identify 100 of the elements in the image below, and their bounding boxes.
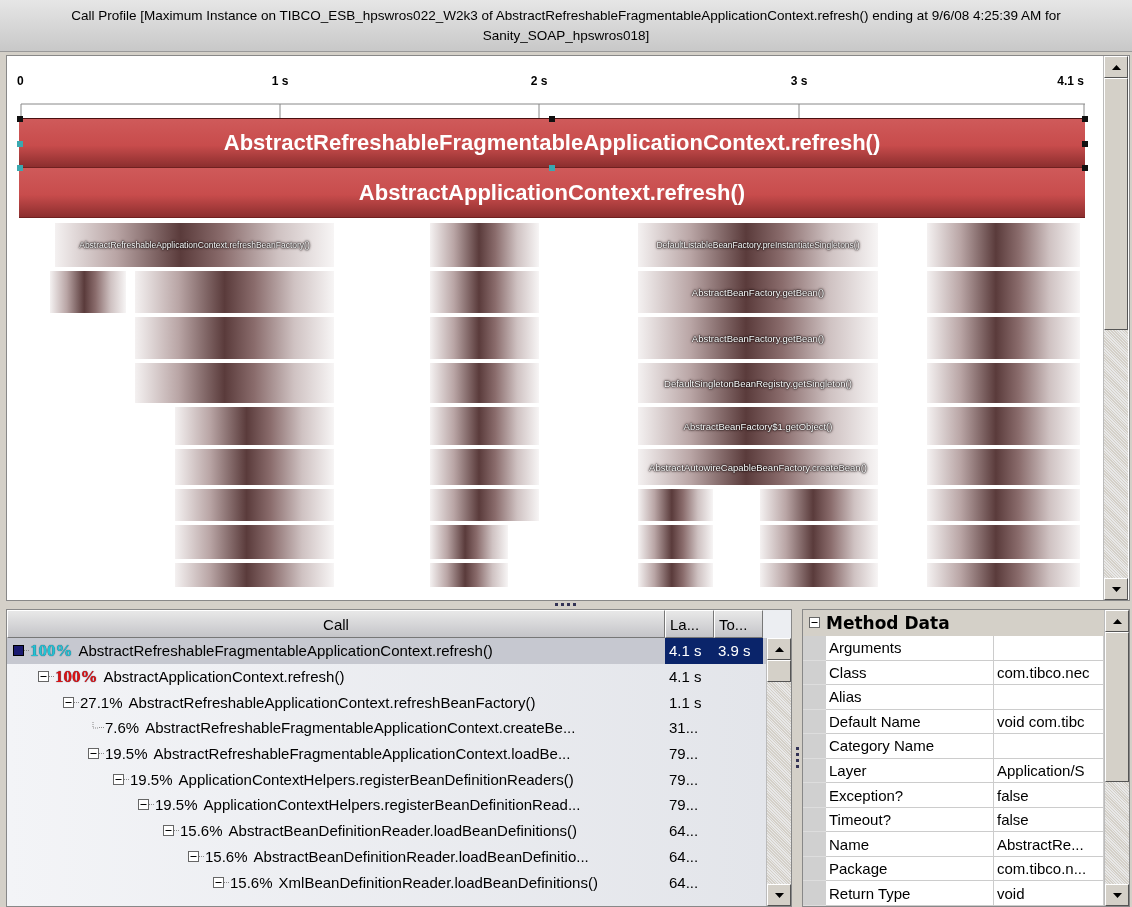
- tree-row[interactable]: 100% AbstractApplicationContext.refresh() 4.1 s: [7, 663, 766, 690]
- property-value: com.tibco.nec: [994, 660, 1104, 686]
- call-frame[interactable]: [429, 524, 509, 560]
- latency-value: 4.1 s: [669, 642, 702, 660]
- scrollbar-thumb[interactable]: [1105, 632, 1129, 782]
- call-frame[interactable]: [429, 562, 509, 588]
- collapse-icon[interactable]: [188, 850, 199, 862]
- property-name: Package: [826, 856, 994, 882]
- selection-handle[interactable]: [1082, 116, 1088, 122]
- scroll-down-button[interactable]: [1104, 578, 1128, 600]
- tree-row[interactable]: 15.6% XmlBeanDefinitionReader.loadBeanDefinitions() 64...: [7, 869, 766, 895]
- percent-label: 15.6%: [180, 822, 223, 840]
- tree-row[interactable]: 19.5% ApplicationContextHelpers.registerBeanDefinitionRead... 79...: [7, 792, 766, 818]
- method-name: AbstractRefreshableFragmentableApplicationContext.createBe...: [145, 719, 576, 737]
- call-frame[interactable]: [429, 362, 540, 404]
- tree-row[interactable]: 100% AbstractRefreshableFragmentableApplicationContext.refresh() 4.1 s 3.9 s: [7, 638, 766, 664]
- call-bar[interactable]: AbstractApplicationContext.refresh(): [19, 168, 1085, 218]
- call-frame[interactable]: [637, 562, 714, 588]
- column-header[interactable]: La...: [665, 610, 714, 638]
- call-frame[interactable]: [926, 448, 1081, 486]
- collapse-icon[interactable]: [809, 617, 820, 629]
- collapse-icon[interactable]: [213, 876, 224, 888]
- tree-row[interactable]: 27.1% AbstractRefreshableApplicationContext.refreshBeanFactory() 1.1 s: [7, 689, 766, 716]
- call-frame[interactable]: [637, 488, 714, 522]
- call-frame[interactable]: [759, 562, 879, 588]
- call-frame[interactable]: [134, 316, 335, 360]
- property-name: Alias: [826, 685, 994, 710]
- splitter-grip-icon[interactable]: [795, 747, 799, 769]
- call-frame[interactable]: [926, 316, 1081, 360]
- call-frame[interactable]: [134, 362, 335, 404]
- tree-row[interactable]: 19.5% AbstractRefreshableFragmentableApplicationContext.loadBe... 79...: [7, 740, 766, 767]
- selection-handle[interactable]: [17, 141, 23, 147]
- call-frame[interactable]: [429, 222, 540, 268]
- scrollbar-thumb[interactable]: [1104, 78, 1128, 330]
- call-frame[interactable]: AbstractBeanFactory.getBean(): [637, 316, 879, 360]
- call-frame[interactable]: [49, 270, 127, 314]
- selection-handle[interactable]: [549, 165, 555, 171]
- selection-handle[interactable]: [1082, 141, 1088, 147]
- column-header[interactable]: To...: [714, 610, 763, 638]
- scroll-up-button[interactable]: [1105, 610, 1129, 632]
- tree-row[interactable]: 19.5% ApplicationContextHelpers.registerBeanDefinitionReaders() 79...: [7, 766, 766, 793]
- call-bar[interactable]: AbstractRefreshableFragmentableApplicationContext.refresh(): [19, 118, 1085, 168]
- scroll-down-button[interactable]: [767, 884, 791, 906]
- property-name: Class: [826, 660, 994, 686]
- method-name: AbstractRefreshableApplicationContext.refreshBeanFactory(): [128, 693, 536, 711]
- call-frame[interactable]: [637, 524, 714, 560]
- call-frame[interactable]: [174, 562, 335, 588]
- call-frame[interactable]: [429, 448, 540, 486]
- call-frame[interactable]: [174, 488, 335, 522]
- collapse-icon[interactable]: [63, 696, 74, 708]
- collapse-icon[interactable]: [88, 748, 99, 760]
- call-frame[interactable]: [926, 406, 1081, 446]
- collapse-icon[interactable]: [163, 825, 174, 837]
- call-frame[interactable]: [926, 222, 1081, 268]
- collapse-icon[interactable]: [113, 773, 124, 785]
- property-name: Category Name: [826, 734, 994, 759]
- column-header[interactable]: Call: [7, 610, 665, 638]
- property-value: void com.tibc: [994, 709, 1104, 735]
- call-frame[interactable]: AbstractBeanFactory.getBean(): [637, 270, 879, 314]
- call-frame[interactable]: [759, 488, 879, 522]
- call-frame[interactable]: [174, 406, 335, 446]
- selection-handle[interactable]: [17, 116, 23, 122]
- down-arrow-icon: [774, 892, 784, 898]
- latency-value: 64...: [669, 822, 699, 840]
- square-node-icon: [13, 645, 24, 657]
- collapse-icon[interactable]: [38, 671, 49, 683]
- property-name: Timeout?: [826, 807, 994, 833]
- call-frame[interactable]: [174, 524, 335, 560]
- call-frame[interactable]: [429, 488, 540, 522]
- down-arrow-icon: [1111, 586, 1121, 592]
- collapse-icon[interactable]: [138, 799, 149, 811]
- call-frame[interactable]: [174, 448, 335, 486]
- selection-handle[interactable]: [1082, 165, 1088, 171]
- call-frame[interactable]: [926, 524, 1081, 560]
- scroll-up-button[interactable]: [1104, 56, 1128, 78]
- selection-handle[interactable]: [17, 165, 23, 171]
- call-frame[interactable]: [926, 488, 1081, 522]
- call-frame[interactable]: [134, 270, 335, 314]
- selection-handle[interactable]: [549, 116, 555, 122]
- method-name: AbstractBeanDefinitionReader.loadBeanDefinitions(): [228, 822, 578, 840]
- scroll-down-button[interactable]: [1105, 884, 1129, 906]
- scrollbar-thumb[interactable]: [767, 660, 791, 682]
- call-frame[interactable]: [429, 406, 540, 446]
- total-value: 3.9 s: [718, 642, 751, 660]
- call-frame[interactable]: [926, 270, 1081, 314]
- call-frame[interactable]: [429, 270, 540, 314]
- splitter-grip-icon[interactable]: [555, 603, 577, 607]
- latency-value: 4.1 s: [669, 668, 702, 686]
- tree-row[interactable]: 15.6% AbstractBeanDefinitionReader.loadBeanDefinitions() 64...: [7, 817, 766, 844]
- latency-value: 31...: [669, 719, 699, 737]
- tree-row[interactable]: 15.6% AbstractBeanDefinitionReader.loadBeanDefinitio... 64...: [7, 843, 766, 870]
- call-frame[interactable]: [759, 524, 879, 560]
- tree-row[interactable]: 7.6% AbstractRefreshableFragmentableApplicationContext.createBe... 31...: [7, 715, 766, 741]
- scroll-up-button[interactable]: [767, 638, 791, 660]
- percent-label: 19.5%: [130, 770, 173, 788]
- property-value: false: [994, 807, 1104, 833]
- call-frame[interactable]: [429, 316, 540, 360]
- latency-value: 64...: [669, 873, 699, 891]
- call-frame[interactable]: [926, 362, 1081, 404]
- call-frame[interactable]: [926, 562, 1081, 588]
